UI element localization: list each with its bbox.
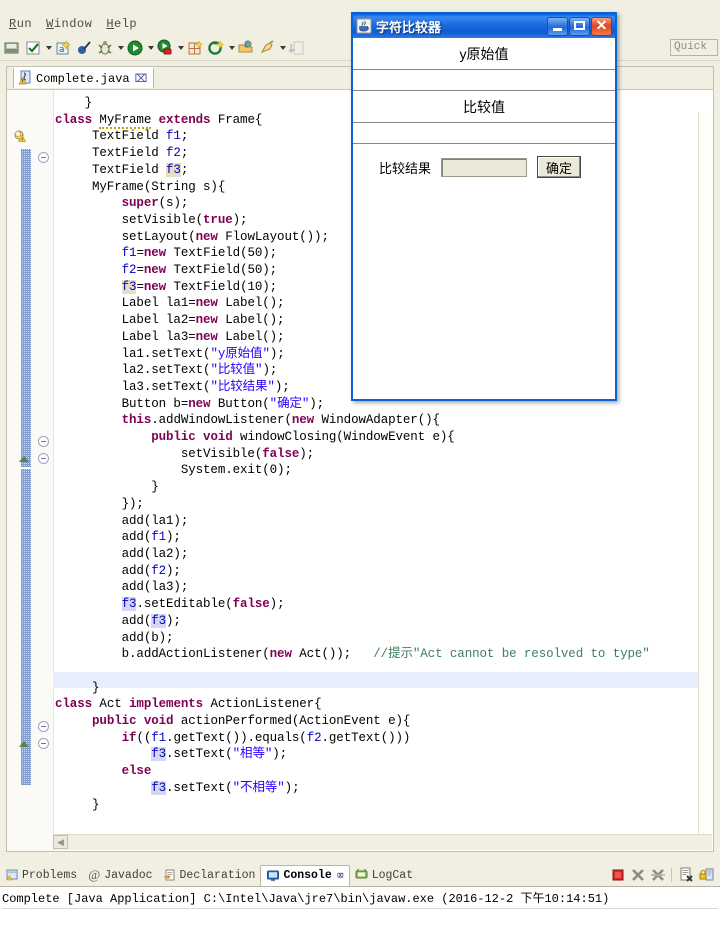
console-toolbar <box>607 866 716 884</box>
close-button[interactable]: ✕ <box>591 16 612 36</box>
fold-expand-arrow-icon[interactable] <box>19 456 29 462</box>
editor-tab-label: Complete.java <box>36 71 130 86</box>
fold-collapse-icon[interactable] <box>38 152 49 163</box>
terminate-icon[interactable] <box>609 866 627 884</box>
check-mark-dropdown-arrow[interactable] <box>44 38 53 58</box>
run-external-tools-icon[interactable] <box>155 38 175 58</box>
dialog-window-buttons: ✕ <box>546 16 615 36</box>
scroll-left-button[interactable]: ◀ <box>53 835 68 849</box>
menu-item-window[interactable]: Window <box>39 16 99 32</box>
editor-tab-close-icon[interactable]: ⌧ <box>135 72 148 85</box>
tab-console[interactable]: Console ⌧ <box>260 864 350 886</box>
clear-console-icon[interactable] <box>678 866 696 884</box>
fold-collapse-icon[interactable] <box>38 721 49 732</box>
input-compare-result[interactable] <box>441 157 528 177</box>
minimize-button[interactable] <box>547 16 568 36</box>
tab-problems[interactable]: Problems <box>0 865 82 885</box>
maximize-button[interactable] <box>569 16 590 36</box>
dialog-title-bar[interactable]: 字符比较器 ✕ <box>353 14 615 38</box>
check-mark-icon[interactable] <box>23 38 43 58</box>
run-icon[interactable] <box>125 38 145 58</box>
close-icon: ✕ <box>595 16 608 33</box>
save-all-icon[interactable] <box>2 38 22 58</box>
label-original-value: y原始值 <box>353 38 615 70</box>
new-java-project-icon[interactable] <box>185 38 205 58</box>
problems-icon <box>5 868 19 882</box>
change-bar-segment <box>21 149 31 467</box>
dialog-body: y原始值 比较值 比较结果 确定 <box>353 38 615 399</box>
folding-gutter[interactable] <box>19 90 54 851</box>
tab-logcat-label: LogCat <box>371 868 414 882</box>
remove-all-terminated-icon[interactable] <box>649 866 667 884</box>
change-bar-segment <box>21 469 31 785</box>
tab-declaration-label: Declaration <box>179 868 256 882</box>
tab-logcat[interactable]: LogCat <box>350 865 418 885</box>
input-compare-value[interactable] <box>353 123 615 144</box>
next-annotation-icon <box>287 38 307 58</box>
run-dropdown-arrow[interactable] <box>146 38 155 58</box>
debug-icon[interactable] <box>95 38 115 58</box>
fold-expand-arrow-icon[interactable] <box>19 741 29 747</box>
open-type-icon[interactable] <box>236 38 256 58</box>
console-icon <box>266 869 280 883</box>
menu-item-help[interactable]: Help <box>99 16 144 32</box>
menu-item-run[interactable]: Run <box>2 16 39 32</box>
eclipse-ide-window: Run Window Help a Quick ! Complete.java … <box>0 0 720 929</box>
label-compare-value: 比较值 <box>353 91 615 123</box>
confirm-button[interactable]: 确定 <box>537 156 582 178</box>
tab-javadoc[interactable]: @ Javadoc <box>82 865 157 885</box>
console-launch-line: Complete [Java Application] C:\Intel\Jav… <box>2 889 718 909</box>
editor-horizontal-scrollbar[interactable]: ◀ <box>53 834 712 850</box>
fold-collapse-icon[interactable] <box>38 453 49 464</box>
debug-dropdown-arrow[interactable] <box>116 38 125 58</box>
overview-ruler[interactable] <box>698 112 713 851</box>
java-file-warning-icon: ! <box>18 70 32 88</box>
external-tools-dropdown-arrow[interactable] <box>176 38 185 58</box>
new-class-icon[interactable] <box>206 38 226 58</box>
logcat-icon <box>355 868 369 882</box>
skip-breakpoints-icon[interactable] <box>74 38 94 58</box>
label-compare-result: 比较结果 <box>379 160 432 176</box>
search-icon[interactable] <box>257 38 277 58</box>
remove-launch-icon[interactable] <box>629 866 647 884</box>
declaration-icon <box>163 868 177 882</box>
character-comparator-dialog[interactable]: 字符比较器 ✕ y原始值 比较值 比较结果 确定 <box>351 12 617 401</box>
change-bar-gutter <box>21 90 31 851</box>
tab-declaration[interactable]: Declaration <box>158 865 261 885</box>
new-class-dropdown-arrow[interactable] <box>227 38 236 58</box>
console-tab-close-icon[interactable]: ⌧ <box>337 868 344 883</box>
dialog-title-label: 字符比较器 <box>376 19 442 35</box>
java-coffee-cup-icon <box>356 18 372 34</box>
console-tab-strip: Problems @ Javadoc Declaration Console ⌧… <box>0 864 720 886</box>
fold-collapse-icon[interactable] <box>38 436 49 447</box>
fold-collapse-icon[interactable] <box>38 738 49 749</box>
svg-text:a: a <box>59 45 64 55</box>
new-annotation-icon[interactable]: a <box>53 38 73 58</box>
tab-console-label: Console <box>283 869 332 882</box>
tab-javadoc-label: Javadoc <box>104 868 153 882</box>
tab-problems-label: Problems <box>22 868 78 882</box>
javadoc-at-icon: @ <box>88 867 101 882</box>
console-output[interactable]: Complete [Java Application] C:\Intel\Jav… <box>0 886 720 929</box>
search-dropdown-arrow[interactable] <box>278 38 287 58</box>
console-panel: Problems @ Javadoc Declaration Console ⌧… <box>0 864 720 929</box>
console-toolbar-separator <box>671 868 672 882</box>
quick-access-input[interactable]: Quick <box>670 39 718 56</box>
input-original-value[interactable] <box>353 70 615 91</box>
result-row: 比较结果 确定 <box>353 144 615 178</box>
svg-text:!: ! <box>21 78 25 84</box>
scroll-lock-icon[interactable] <box>698 866 716 884</box>
editor-tab-complete-java[interactable]: ! Complete.java ⌧ <box>13 67 155 88</box>
